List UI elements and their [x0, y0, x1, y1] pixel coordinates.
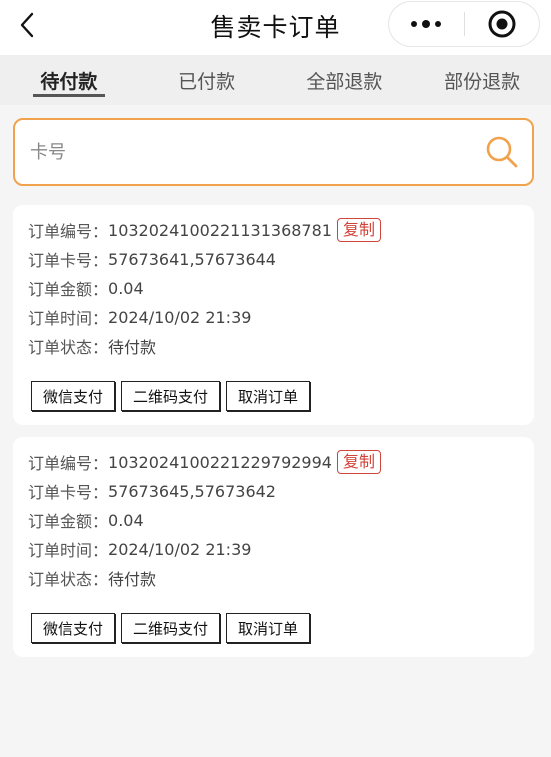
order-time: 2024/10/02 21:39 [108, 307, 252, 327]
order-status-label: 订单状态： [28, 338, 109, 357]
order-cards-row: 订单卡号： 57673641,57673644 [28, 246, 276, 272]
order-amount-label: 订单金额： [28, 512, 109, 531]
copy-button[interactable]: 复制 [336, 218, 381, 242]
order-number-row: 订单编号： 1032024100221131368781 复制 [28, 217, 381, 243]
order-number-label: 订单编号： [28, 454, 109, 473]
order-card: 订单编号： 1032024100221131368781 复制 订单卡号： 57… [13, 205, 534, 425]
cancel-order-button[interactable]: 取消订单 [226, 613, 311, 643]
copy-button[interactable]: 复制 [336, 450, 381, 474]
order-actions: 微信支付 二维码支付 取消订单 [31, 613, 311, 643]
qrcode-pay-button[interactable]: 二维码支付 [121, 381, 221, 411]
order-cards: 57673645,57673642 [108, 481, 276, 501]
order-amount: 0.04 [108, 510, 144, 530]
card-number-search-input[interactable] [15, 120, 472, 184]
search-icon [486, 136, 518, 168]
order-amount-label: 订单金额： [28, 280, 109, 299]
active-tab-indicator [33, 94, 105, 97]
tab-partial-refund[interactable]: 部份退款 [413, 55, 551, 105]
order-amount: 0.04 [108, 278, 144, 298]
order-number-label: 订单编号： [28, 222, 109, 241]
tab-label: 待付款 [40, 70, 98, 93]
tab-full-refund[interactable]: 全部退款 [276, 55, 414, 105]
more-dots-icon [411, 20, 442, 28]
order-time-label: 订单时间： [28, 541, 109, 560]
order-cards: 57673641,57673644 [108, 249, 276, 269]
order-actions: 微信支付 二维码支付 取消订单 [31, 381, 311, 411]
target-circle-icon [488, 10, 516, 38]
order-cards-label: 订单卡号： [28, 251, 109, 270]
order-time: 2024/10/02 21:39 [108, 539, 252, 559]
tab-unpaid[interactable]: 待付款 [0, 55, 138, 105]
tab-label: 全部退款 [306, 70, 383, 93]
order-status-label: 订单状态： [28, 570, 109, 589]
cancel-order-button[interactable]: 取消订单 [226, 381, 311, 411]
order-status-row: 订单状态： 待付款 [28, 333, 156, 359]
order-status-tabs: 待付款 已付款 全部退款 部份退款 [0, 55, 551, 105]
order-cards-row: 订单卡号： 57673645,57673642 [28, 478, 276, 504]
tab-paid[interactable]: 已付款 [138, 55, 276, 105]
close-button[interactable] [465, 2, 540, 46]
order-status-row: 订单状态： 待付款 [28, 565, 156, 591]
search-box [13, 118, 534, 186]
order-amount-row: 订单金额： 0.04 [28, 275, 144, 301]
mini-program-capsule [388, 1, 540, 47]
order-time-row: 订单时间： 2024/10/02 21:39 [28, 536, 251, 562]
nav-bar: 售卖卡订单 [0, 0, 551, 55]
order-number-row: 订单编号： 1032024100221229792994 复制 [28, 449, 381, 475]
order-number: 1032024100221131368781 [108, 220, 332, 240]
order-cards-label: 订单卡号： [28, 483, 109, 502]
order-time-row: 订单时间： 2024/10/02 21:39 [28, 304, 251, 330]
qrcode-pay-button[interactable]: 二维码支付 [121, 613, 221, 643]
wechat-pay-button[interactable]: 微信支付 [31, 613, 116, 643]
order-time-label: 订单时间： [28, 309, 109, 328]
order-status: 待付款 [108, 570, 157, 589]
order-amount-row: 订单金额： 0.04 [28, 507, 144, 533]
more-button[interactable] [389, 2, 464, 46]
tab-label: 部份退款 [444, 70, 521, 93]
order-card: 订单编号： 1032024100221229792994 复制 订单卡号： 57… [13, 437, 534, 657]
wechat-pay-button[interactable]: 微信支付 [31, 381, 116, 411]
search-button[interactable] [472, 122, 532, 182]
order-status: 待付款 [108, 338, 157, 357]
order-number: 1032024100221229792994 [108, 452, 332, 472]
tab-label: 已付款 [178, 70, 236, 93]
